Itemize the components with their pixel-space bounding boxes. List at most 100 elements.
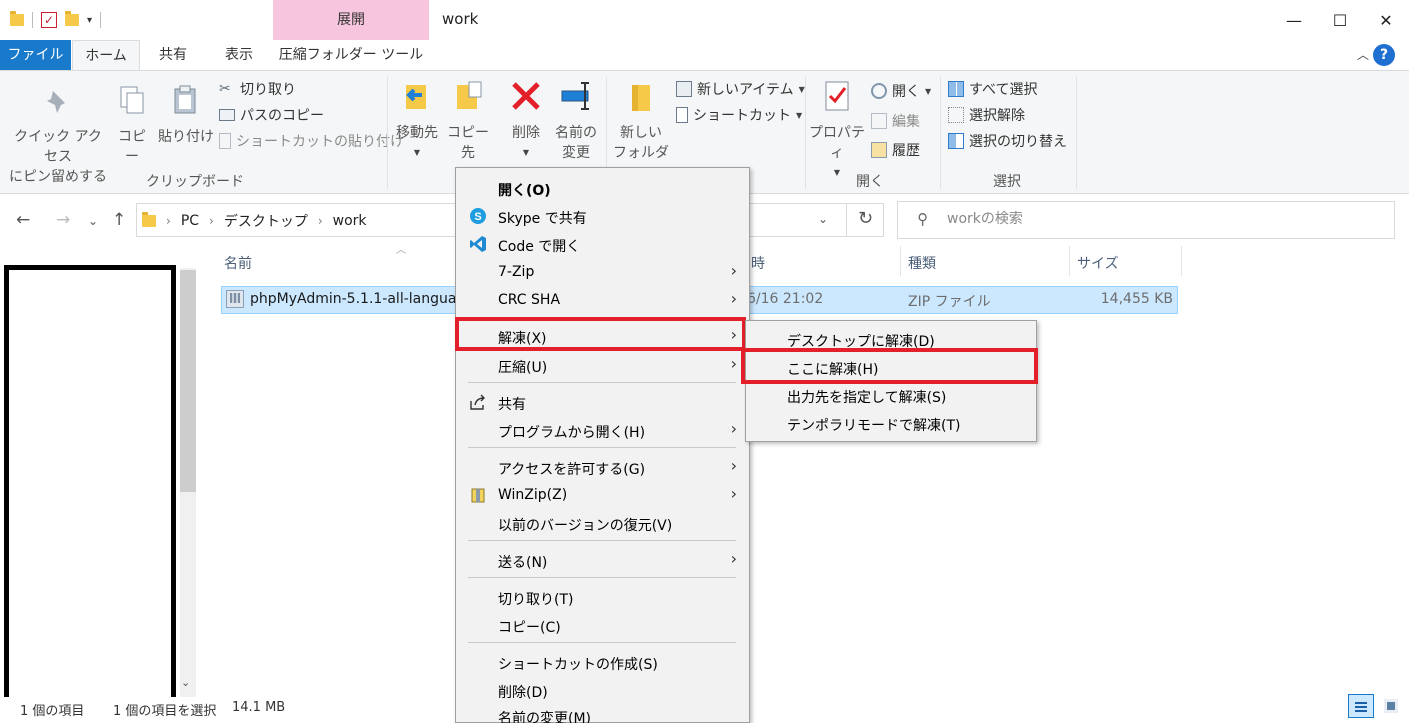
select-group-label: 選択 bbox=[993, 174, 1021, 190]
share-icon bbox=[470, 394, 485, 410]
menu-item-open-with-code[interactable]: Code で開く bbox=[456, 230, 749, 258]
select-none-button[interactable]: 選択解除 bbox=[948, 104, 1025, 126]
paste-shortcut-button[interactable]: ショートカットの貼り付け bbox=[219, 130, 404, 152]
column-divider[interactable] bbox=[900, 246, 901, 276]
menu-item-copy[interactable]: コピー(C) bbox=[456, 611, 749, 639]
tab-view[interactable]: 表示 bbox=[206, 40, 272, 70]
menu-item-label: アクセスを許可する(G) bbox=[498, 462, 646, 478]
crumb-desktop[interactable]: デスクトップ bbox=[224, 211, 308, 231]
column-divider[interactable] bbox=[1181, 246, 1182, 276]
column-header-type[interactable]: 種類 bbox=[908, 253, 936, 273]
invert-selection-button[interactable]: 選択の切り替え bbox=[948, 130, 1067, 152]
delete-button[interactable]: 削除 ▼ bbox=[505, 79, 547, 163]
submenu-item-extract-temporary[interactable]: テンポラリモードで解凍(T) bbox=[746, 410, 1036, 438]
menu-item-compress[interactable]: 圧縮(U) › bbox=[456, 351, 749, 379]
location-folder-icon bbox=[142, 212, 156, 227]
tab-file[interactable]: ファイル bbox=[0, 40, 71, 70]
pin-quick-access-button[interactable]: クイック アクセス にピン留めする bbox=[8, 83, 108, 187]
menu-item-skype-share[interactable]: S Skype で共有 bbox=[456, 202, 749, 230]
move-to-dropdown-icon: ▼ bbox=[413, 148, 421, 157]
menu-item-open[interactable]: 開く(O) bbox=[456, 174, 749, 202]
column-header-name[interactable]: 名前 bbox=[224, 253, 252, 273]
scrollbar-thumb[interactable] bbox=[180, 270, 196, 492]
collapse-ribbon-icon[interactable]: ︿ bbox=[1357, 46, 1369, 63]
new-folder-icon[interactable] bbox=[65, 11, 79, 26]
minimize-button[interactable]: — bbox=[1271, 0, 1317, 40]
address-dropdown-icon[interactable]: ⌄ bbox=[818, 212, 828, 226]
open-button[interactable]: 開く ▼ bbox=[871, 80, 931, 102]
crumb-pc[interactable]: PC bbox=[181, 213, 199, 229]
properties-icon[interactable]: ✓ bbox=[41, 12, 57, 28]
paste-button[interactable]: 貼り付け bbox=[158, 83, 214, 147]
selection-count: 1 個の項目を選択 bbox=[113, 704, 217, 719]
tab-home[interactable]: ホーム bbox=[72, 40, 140, 70]
menu-item-label: 削除(D) bbox=[498, 685, 548, 701]
column-header-date[interactable]: 時 bbox=[751, 253, 765, 273]
refresh-icon[interactable]: ↻ bbox=[846, 203, 884, 237]
rename-label-line2: 変更 bbox=[562, 145, 590, 161]
submenu-item-label: テンポラリモードで解凍(T) bbox=[787, 418, 961, 434]
details-view-icon[interactable] bbox=[1348, 694, 1374, 718]
context-tab-group-label: 展開 bbox=[273, 0, 429, 40]
menu-separator bbox=[468, 447, 736, 448]
highlight-frame-extract bbox=[455, 317, 746, 351]
back-arrow-icon[interactable]: ← bbox=[16, 210, 30, 230]
forward-arrow-icon[interactable]: → bbox=[56, 210, 70, 230]
menu-item-label: 以前のバージョンの復元(V) bbox=[498, 518, 673, 534]
close-button[interactable]: ✕ bbox=[1363, 0, 1409, 40]
menu-item-restore-previous[interactable]: 以前のバージョンの復元(V) bbox=[456, 509, 749, 537]
chevron-right-icon[interactable]: › bbox=[166, 214, 171, 228]
vscode-icon bbox=[470, 236, 486, 252]
tab-compressed-folder-tools[interactable]: 圧縮フォルダー ツール bbox=[273, 40, 429, 70]
chevron-right-icon[interactable]: › bbox=[209, 214, 214, 228]
up-arrow-icon[interactable]: ↑ bbox=[112, 210, 126, 230]
menu-item-create-shortcut[interactable]: ショートカットの作成(S) bbox=[456, 648, 749, 676]
chevron-right-icon[interactable]: › bbox=[318, 214, 323, 228]
submenu-item-extract-to-specified[interactable]: 出力先を指定して解凍(S) bbox=[746, 382, 1036, 410]
menu-item-crc-sha[interactable]: CRC SHA › bbox=[456, 286, 749, 314]
pin-label-line2: にピン留めする bbox=[9, 169, 107, 185]
search-input[interactable] bbox=[947, 209, 1377, 229]
copy-button[interactable]: コピー bbox=[112, 83, 152, 167]
menu-item-label: 7-Zip bbox=[498, 264, 535, 280]
submenu-arrow-icon: › bbox=[730, 484, 737, 503]
menu-item-cut[interactable]: 切り取り(T) bbox=[456, 583, 749, 611]
easy-access-button[interactable]: ショートカット ▼ bbox=[676, 104, 802, 126]
cut-button[interactable]: ✂ 切り取り bbox=[219, 78, 296, 100]
file-name[interactable]: phpMyAdmin-5.1.1-all-languages.zip bbox=[250, 291, 458, 307]
move-to-icon bbox=[406, 85, 426, 109]
submenu-arrow-icon: › bbox=[730, 354, 737, 373]
file-date: 6/16 21:02 bbox=[747, 291, 824, 307]
menu-item-delete[interactable]: 削除(D) bbox=[456, 676, 749, 704]
paste-label: 貼り付け bbox=[158, 129, 214, 145]
scroll-down-icon[interactable]: ⌄ bbox=[181, 676, 190, 689]
history-button[interactable]: 履歴 bbox=[871, 139, 920, 161]
menu-item-send-to[interactable]: 送る(N) › bbox=[456, 546, 749, 574]
new-folder-label-line1: 新しい bbox=[620, 125, 662, 141]
menu-item-give-access[interactable]: アクセスを許可する(G) › bbox=[456, 453, 749, 481]
recent-locations-icon[interactable]: ⌄ bbox=[88, 214, 98, 228]
menu-item-share[interactable]: 共有 bbox=[456, 388, 749, 416]
properties-button[interactable]: プロパティ ▼ bbox=[808, 79, 866, 183]
menu-item-rename[interactable]: 名前の変更(M) bbox=[456, 702, 749, 723]
menu-item-7zip[interactable]: 7-Zip › bbox=[456, 258, 749, 286]
column-header-size[interactable]: サイズ bbox=[1077, 253, 1119, 273]
group-divider bbox=[940, 77, 941, 189]
rename-button[interactable]: 名前の 変更 bbox=[552, 79, 600, 163]
large-icons-view-icon[interactable] bbox=[1380, 695, 1402, 717]
edit-button[interactable]: 編集 bbox=[871, 110, 920, 132]
copy-path-button[interactable]: パスのコピー bbox=[219, 104, 324, 126]
column-divider[interactable] bbox=[1069, 246, 1070, 276]
tab-share[interactable]: 共有 bbox=[140, 40, 206, 70]
help-icon[interactable]: ? bbox=[1373, 44, 1395, 66]
paste-shortcut-icon bbox=[219, 133, 231, 149]
maximize-button[interactable]: ☐ bbox=[1317, 0, 1363, 40]
move-to-button[interactable]: 移動先 ▼ bbox=[394, 79, 440, 163]
menu-item-label: Code で開く bbox=[498, 239, 581, 255]
menu-item-winzip[interactable]: WinZip(Z) › bbox=[456, 481, 749, 509]
select-all-button[interactable]: すべて選択 bbox=[948, 78, 1037, 100]
customize-qat-icon[interactable]: ▾ bbox=[87, 15, 92, 26]
menu-item-open-with[interactable]: プログラムから開く(H) › bbox=[456, 416, 749, 444]
crumb-work[interactable]: work bbox=[333, 213, 367, 229]
new-item-button[interactable]: 新しいアイテム ▼ bbox=[676, 78, 805, 100]
